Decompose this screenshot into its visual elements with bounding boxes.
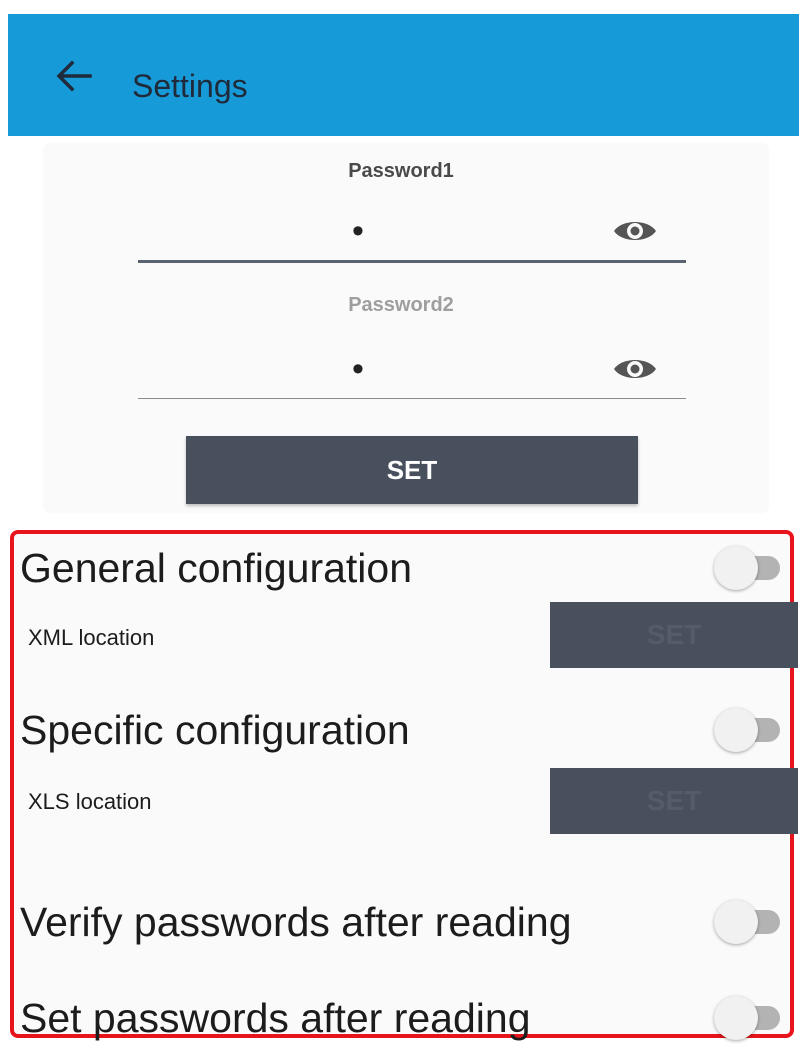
password1-value[interactable]: • (138, 214, 578, 248)
back-button[interactable] (48, 50, 100, 102)
xml-location-label: XML location (28, 625, 155, 650)
set-passwords-button[interactable]: SET (186, 436, 638, 504)
page-title: Settings (132, 68, 248, 104)
switch-thumb (714, 708, 758, 752)
switch-thumb (714, 546, 758, 590)
eye-icon (614, 360, 656, 378)
xls-location-set-button[interactable]: SET (550, 768, 798, 834)
password-card: Password1 • Password2 • SET (44, 144, 768, 512)
general-configuration-title: General configuration (20, 545, 413, 591)
eye-icon (614, 222, 656, 240)
verify-passwords-title: Verify passwords after reading (20, 899, 572, 945)
specific-configuration-title: Specific configuration (20, 707, 410, 753)
set-passwords-switch[interactable] (714, 996, 786, 1040)
verify-passwords-switch[interactable] (714, 900, 786, 944)
settings-screen: Settings Password1 • Password2 • SET Gen… (0, 0, 799, 1046)
arrow-back-icon (56, 60, 92, 92)
password2-label: Password2 (348, 294, 454, 316)
password2-field[interactable]: • (138, 348, 686, 399)
configuration-section: General configuration XML location SET S… (10, 530, 798, 1041)
password1-visibility-toggle[interactable] (612, 214, 658, 248)
password2-value[interactable]: • (138, 352, 578, 386)
password1-field[interactable]: • (138, 210, 686, 263)
app-bar: Settings (8, 14, 799, 136)
switch-thumb (714, 996, 758, 1040)
password2-visibility-toggle[interactable] (612, 352, 658, 386)
xls-location-label: XLS location (28, 789, 152, 814)
xml-location-set-button[interactable]: SET (550, 602, 798, 668)
set-passwords-title: Set passwords after reading (20, 995, 531, 1041)
general-configuration-switch[interactable] (714, 546, 786, 590)
specific-configuration-switch[interactable] (714, 708, 786, 752)
password1-label: Password1 (348, 160, 454, 182)
switch-thumb (714, 900, 758, 944)
